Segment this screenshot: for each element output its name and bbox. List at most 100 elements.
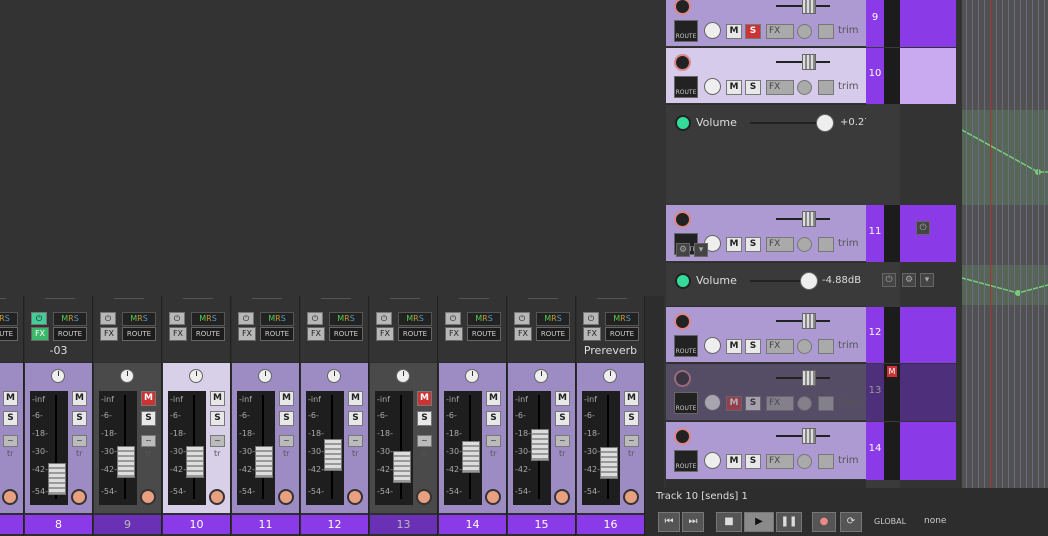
mixer-strip[interactable]: ⏻ MRS FX ROUTE -inf-6--18--30--42--54- M… (163, 296, 231, 536)
mute-button[interactable]: M (486, 391, 501, 406)
envelope-lane[interactable]: Volume +0.27dB ⚙ ▾ (666, 105, 884, 257)
pan-knob[interactable] (258, 369, 272, 383)
route-button[interactable]: ROUTE (260, 327, 294, 341)
slider-handle[interactable] (802, 211, 816, 227)
record-arm-knob[interactable] (278, 489, 294, 505)
track-mute-button[interactable]: M (726, 339, 742, 354)
fx-button[interactable]: FX (238, 327, 256, 341)
fx-bypass-power-icon[interactable]: ⏻ (169, 312, 185, 325)
envelope-lane[interactable]: Volume -4.88dB (666, 263, 866, 306)
volume-fader[interactable] (462, 441, 480, 473)
record-arm-knob[interactable] (554, 489, 570, 505)
strip-number[interactable]: 9 (94, 515, 161, 534)
slider-handle[interactable] (802, 0, 816, 14)
strip-number[interactable]: 12 (301, 515, 368, 534)
route-button[interactable]: ROUTE (0, 327, 18, 341)
mixer-strip[interactable]: ⏻ MRS FX ROUTE -inf-6--18--30--42--54- M… (232, 296, 300, 536)
envelope-icon[interactable]: ~ (3, 435, 18, 447)
pan-knob[interactable] (534, 369, 548, 383)
automation-mode-label[interactable]: trim (838, 81, 859, 92)
mixer-strip[interactable]: ⏻ MRS FX ROUTE -03 -inf -6- -18- -30- -42- -5… (25, 296, 93, 536)
track-pan-knob[interactable] (704, 337, 721, 354)
volume-fader[interactable] (393, 451, 411, 483)
fx-bypass-power-icon[interactable]: ⏻ (31, 312, 47, 325)
track-envelope-icon[interactable] (818, 24, 834, 39)
pan-knob[interactable] (465, 369, 479, 383)
track-volume-slider[interactable] (776, 370, 830, 386)
mixer-strip[interactable]: ⏻ MRS FX ROUTE -inf-6--18--30--42--54- M… (0, 296, 24, 536)
envelope-icon[interactable]: ~ (210, 435, 225, 447)
phase-icon[interactable] (797, 454, 812, 469)
route-button[interactable]: ROUTE (329, 327, 363, 341)
lane-control-icon[interactable]: ⏻ (916, 221, 930, 235)
solo-button[interactable]: S (348, 411, 363, 426)
phase-icon[interactable] (797, 339, 812, 354)
fx-button[interactable]: FX (169, 327, 187, 341)
solo-button[interactable]: S (417, 411, 432, 426)
phase-icon[interactable] (797, 24, 812, 39)
mute-button[interactable]: M (348, 391, 363, 406)
track-mute-button[interactable]: M (726, 24, 742, 39)
slider-handle[interactable] (802, 313, 816, 329)
automation-mode-label[interactable]: trim (838, 238, 859, 249)
fx-button[interactable]: FX (31, 327, 49, 341)
phase-icon[interactable] (797, 80, 812, 95)
strip-number[interactable]: 14 (439, 515, 506, 534)
mute-button[interactable]: M (279, 391, 294, 406)
go-to-start-button[interactable]: ⏮ (658, 512, 680, 532)
volume-fader[interactable] (186, 446, 204, 478)
lane-control-icon[interactable]: ▾ (920, 273, 934, 287)
track-solo-button[interactable]: S (745, 454, 761, 469)
solo-button[interactable]: S (279, 411, 294, 426)
record-button[interactable]: ● (812, 512, 836, 532)
record-arm-icon[interactable] (674, 0, 691, 15)
lane-control-icon[interactable]: ⚙ (902, 273, 916, 287)
mute-button[interactable]: M (141, 391, 156, 406)
track-header[interactable]: ROUTE M S FX trim (666, 422, 866, 480)
mute-button[interactable]: M (624, 391, 639, 406)
track-mute-button[interactable]: M (726, 454, 742, 469)
automation-mode-label[interactable]: trim (838, 455, 859, 466)
track-mute-button[interactable]: M (726, 396, 742, 411)
pan-knob[interactable] (51, 369, 65, 383)
track-fx-button[interactable]: FX (766, 396, 794, 411)
strip-number[interactable]: 16 (577, 515, 644, 534)
volume-fader[interactable] (324, 439, 342, 471)
record-arm-knob[interactable] (140, 489, 156, 505)
track-route-button[interactable]: ROUTE (674, 335, 698, 357)
track-mute-button[interactable]: M (726, 80, 742, 95)
track-header[interactable]: ROUTE M S FX trim (666, 0, 866, 47)
solo-button[interactable]: S (210, 411, 225, 426)
track-header[interactable]: ROUTE M S FX trim (666, 48, 866, 104)
mixer-strip[interactable]: ⏻ MRS FX ROUTE -inf-6--18--30--42--54- M… (301, 296, 369, 536)
envelope-value-slider[interactable] (750, 280, 806, 282)
mixer-strip[interactable]: ⏻ MRS FX ROUTE -inf-6--18--30--42--54- M… (94, 296, 162, 536)
record-arm-knob[interactable] (209, 489, 225, 505)
track-pan-knob[interactable] (704, 394, 721, 411)
phase-icon[interactable] (797, 396, 812, 411)
track-number[interactable]: 11 (866, 205, 884, 262)
slider-handle[interactable] (802, 370, 816, 386)
volume-fader[interactable] (531, 429, 549, 461)
route-button[interactable]: ROUTE (398, 327, 432, 341)
go-to-end-button[interactable]: ⏭ (682, 512, 704, 532)
strip-number[interactable]: 8 (25, 515, 92, 534)
fx-bypass-power-icon[interactable]: ⏻ (238, 312, 254, 325)
fx-bypass-power-icon[interactable]: ⏻ (307, 312, 323, 325)
loop-button[interactable]: ⟳ (840, 512, 862, 532)
route-button[interactable]: ROUTE (191, 327, 225, 341)
record-arm-knob[interactable] (623, 489, 639, 505)
route-button[interactable]: ROUTE (536, 327, 570, 341)
global-automation-label[interactable]: GLOBAL (874, 517, 906, 526)
record-arm-icon[interactable] (674, 370, 691, 387)
track-volume-slider[interactable] (776, 211, 830, 227)
track-envelope-icon[interactable] (818, 237, 834, 252)
track-route-button[interactable]: ROUTE (674, 20, 698, 42)
slider-handle[interactable] (802, 54, 816, 70)
route-button[interactable]: ROUTE (467, 327, 501, 341)
mute-button[interactable]: M (72, 391, 87, 406)
envelope-icon[interactable]: ~ (624, 435, 639, 447)
envelope-active-icon[interactable] (675, 115, 691, 131)
track-volume-slider[interactable] (776, 0, 830, 14)
record-arm-knob[interactable] (71, 489, 87, 505)
